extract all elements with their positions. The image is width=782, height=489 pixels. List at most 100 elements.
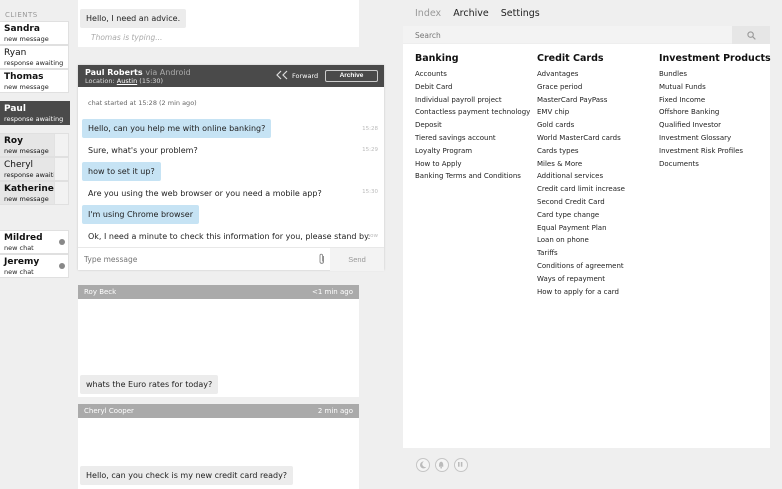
topic-link[interactable]: Cards types	[537, 145, 625, 158]
topic-link[interactable]: Fixed Income	[659, 94, 771, 107]
top-nav: Index Archive Settings	[415, 8, 549, 19]
chat-card-cheryl[interactable]: Cheryl Cooper 2 min ago Hello, can you c…	[78, 404, 359, 489]
topic-link[interactable]: Mutual Funds	[659, 81, 771, 94]
client-paul[interactable]: Paul response awaiting	[0, 101, 70, 125]
topic-link[interactable]: Card type change	[537, 209, 625, 222]
topic-link[interactable]: Tariffs	[537, 247, 625, 260]
topic-link[interactable]: Miles & More	[537, 158, 625, 171]
client-mildred[interactable]: Mildred new chat	[0, 230, 69, 254]
search-input[interactable]	[415, 29, 715, 41]
contact-location: Location: Austin (15:30)	[85, 77, 163, 85]
topic-link[interactable]: Tiered savings account	[415, 132, 530, 145]
message-bubble: Hello, can you help me with online banki…	[82, 119, 272, 138]
location-city-link[interactable]: Austin	[117, 77, 137, 85]
nav-settings[interactable]: Settings	[501, 8, 540, 19]
message-input[interactable]	[84, 253, 314, 265]
client-strip	[54, 182, 68, 204]
chat-header: Paul Roberts via Android Location: Austi…	[78, 65, 384, 87]
contact-via: via Android	[145, 68, 191, 77]
paperclip-icon[interactable]	[318, 253, 326, 265]
topic-link[interactable]: How to apply for a card	[537, 286, 625, 299]
client-status: new message	[4, 195, 49, 203]
topic-link[interactable]: Loan on phone	[537, 234, 625, 247]
client-status: new chat	[4, 244, 34, 252]
topic-link[interactable]: Additional services	[537, 170, 625, 183]
topic-link[interactable]: World MasterCard cards	[537, 132, 625, 145]
topic-link[interactable]: EMV chip	[537, 106, 625, 119]
active-chat-window: Paul Roberts via Android Location: Austi…	[78, 65, 384, 271]
topic-link[interactable]: Gold cards	[537, 119, 625, 132]
search-icon	[747, 31, 756, 40]
topic-link[interactable]: Qualified Investor	[659, 119, 771, 132]
chat-card-header: Roy Beck <1 min ago	[78, 285, 359, 299]
send-button[interactable]: Send	[330, 248, 384, 271]
client-name: Thomas	[4, 72, 44, 82]
topic-link[interactable]: Offshore Banking	[659, 106, 771, 119]
topic-link[interactable]: Equal Payment Plan	[537, 222, 625, 235]
column-title: Investment Products	[659, 53, 771, 64]
topic-link[interactable]: Loyalty Program	[415, 145, 530, 158]
client-name: Mildred	[4, 233, 43, 243]
topic-link[interactable]: Contactless payment technology	[415, 106, 530, 119]
column-investment-products: Investment Products Bundles Mutual Funds Fi…	[659, 53, 771, 170]
topic-link[interactable]: Accounts	[415, 68, 530, 81]
topic-link[interactable]: Ways of repayment	[537, 273, 625, 286]
topic-link[interactable]: Deposit	[415, 119, 530, 132]
client-name: Ryan	[4, 48, 27, 58]
client-katherine[interactable]: Katherine new message	[0, 181, 69, 205]
archive-button[interactable]: Archive	[325, 70, 378, 82]
client-status: new chat	[4, 268, 34, 276]
chat-card-time: 2 min ago	[317, 407, 353, 415]
chat-card-roy[interactable]: Roy Beck <1 min ago whats the Euro rates…	[78, 285, 359, 397]
topic-link[interactable]: Bundles	[659, 68, 771, 81]
forward-icon[interactable]	[276, 70, 288, 80]
topic-link[interactable]: Individual payroll project	[415, 94, 530, 107]
client-cheryl[interactable]: Cheryl response awaiting	[0, 157, 69, 181]
client-status: new message	[4, 147, 49, 155]
topic-link[interactable]: Debit Card	[415, 81, 530, 94]
clients-label: CLIENTS	[5, 11, 38, 19]
chat-started-notice: chat started at 15:28 (2 min ago)	[88, 99, 197, 107]
column-credit-cards: Credit Cards Advantages Grace period Master…	[537, 53, 625, 298]
client-name: Cheryl	[4, 160, 34, 170]
topic-link[interactable]: Banking Terms and Conditions	[415, 170, 530, 183]
clients-sidebar: CLIENTS Sandra new message Ryan response…	[0, 0, 70, 489]
topic-link[interactable]: Credit card limit increase	[537, 183, 625, 196]
topic-link[interactable]: Second Credit Card	[537, 196, 625, 209]
bell-icon[interactable]	[435, 458, 449, 472]
message-bubble: Sure, what's your problem?	[88, 146, 198, 155]
topic-link[interactable]: Documents	[659, 158, 771, 171]
client-roy[interactable]: Roy new message	[0, 133, 69, 157]
client-name: Paul	[4, 104, 26, 114]
chat-input-bar: Send	[78, 247, 384, 271]
message-bubble: how to set it up?	[82, 162, 161, 181]
message-bubble: Hello, can you check is my new credit ca…	[80, 466, 294, 485]
pause-icon[interactable]	[454, 458, 468, 472]
client-ryan[interactable]: Ryan response awaiting	[0, 45, 69, 69]
topic-link[interactable]: MasterCard PayPass	[537, 94, 625, 107]
client-jeremy[interactable]: Jeremy new chat	[0, 254, 69, 278]
location-time: (15:30)	[139, 77, 164, 85]
topic-link[interactable]: Investment Glossary	[659, 132, 771, 145]
topic-link[interactable]: How to Apply	[415, 158, 530, 171]
chat-card-thomas[interactable]: Hello, I need an advice. Thomas is typin…	[78, 0, 359, 47]
search-bar	[403, 26, 770, 44]
client-sandra[interactable]: Sandra new message	[0, 21, 69, 45]
column-title: Credit Cards	[537, 53, 604, 64]
column-title: Banking	[415, 53, 459, 64]
client-status: new message	[4, 35, 49, 43]
app-root: CLIENTS Sandra new message Ryan response…	[0, 0, 782, 489]
topic-link[interactable]: Grace period	[537, 81, 625, 94]
topic-link[interactable]: Advantages	[537, 68, 625, 81]
message-bubble: Ok, I need a minute to check this inform…	[88, 232, 371, 241]
topic-link[interactable]: Investment Risk Profiles	[659, 145, 771, 158]
forward-button[interactable]: Forward	[292, 72, 318, 80]
chat-card-name: Roy Beck	[84, 288, 117, 296]
nav-archive[interactable]: Archive	[453, 8, 489, 19]
client-thomas[interactable]: Thomas new message	[0, 69, 69, 93]
chat-contact: Paul Roberts via Android	[85, 68, 191, 77]
nav-index[interactable]: Index	[415, 8, 441, 19]
search-button[interactable]	[732, 26, 770, 44]
topic-link[interactable]: Conditions of agreement	[537, 260, 625, 273]
moon-icon[interactable]	[416, 458, 430, 472]
